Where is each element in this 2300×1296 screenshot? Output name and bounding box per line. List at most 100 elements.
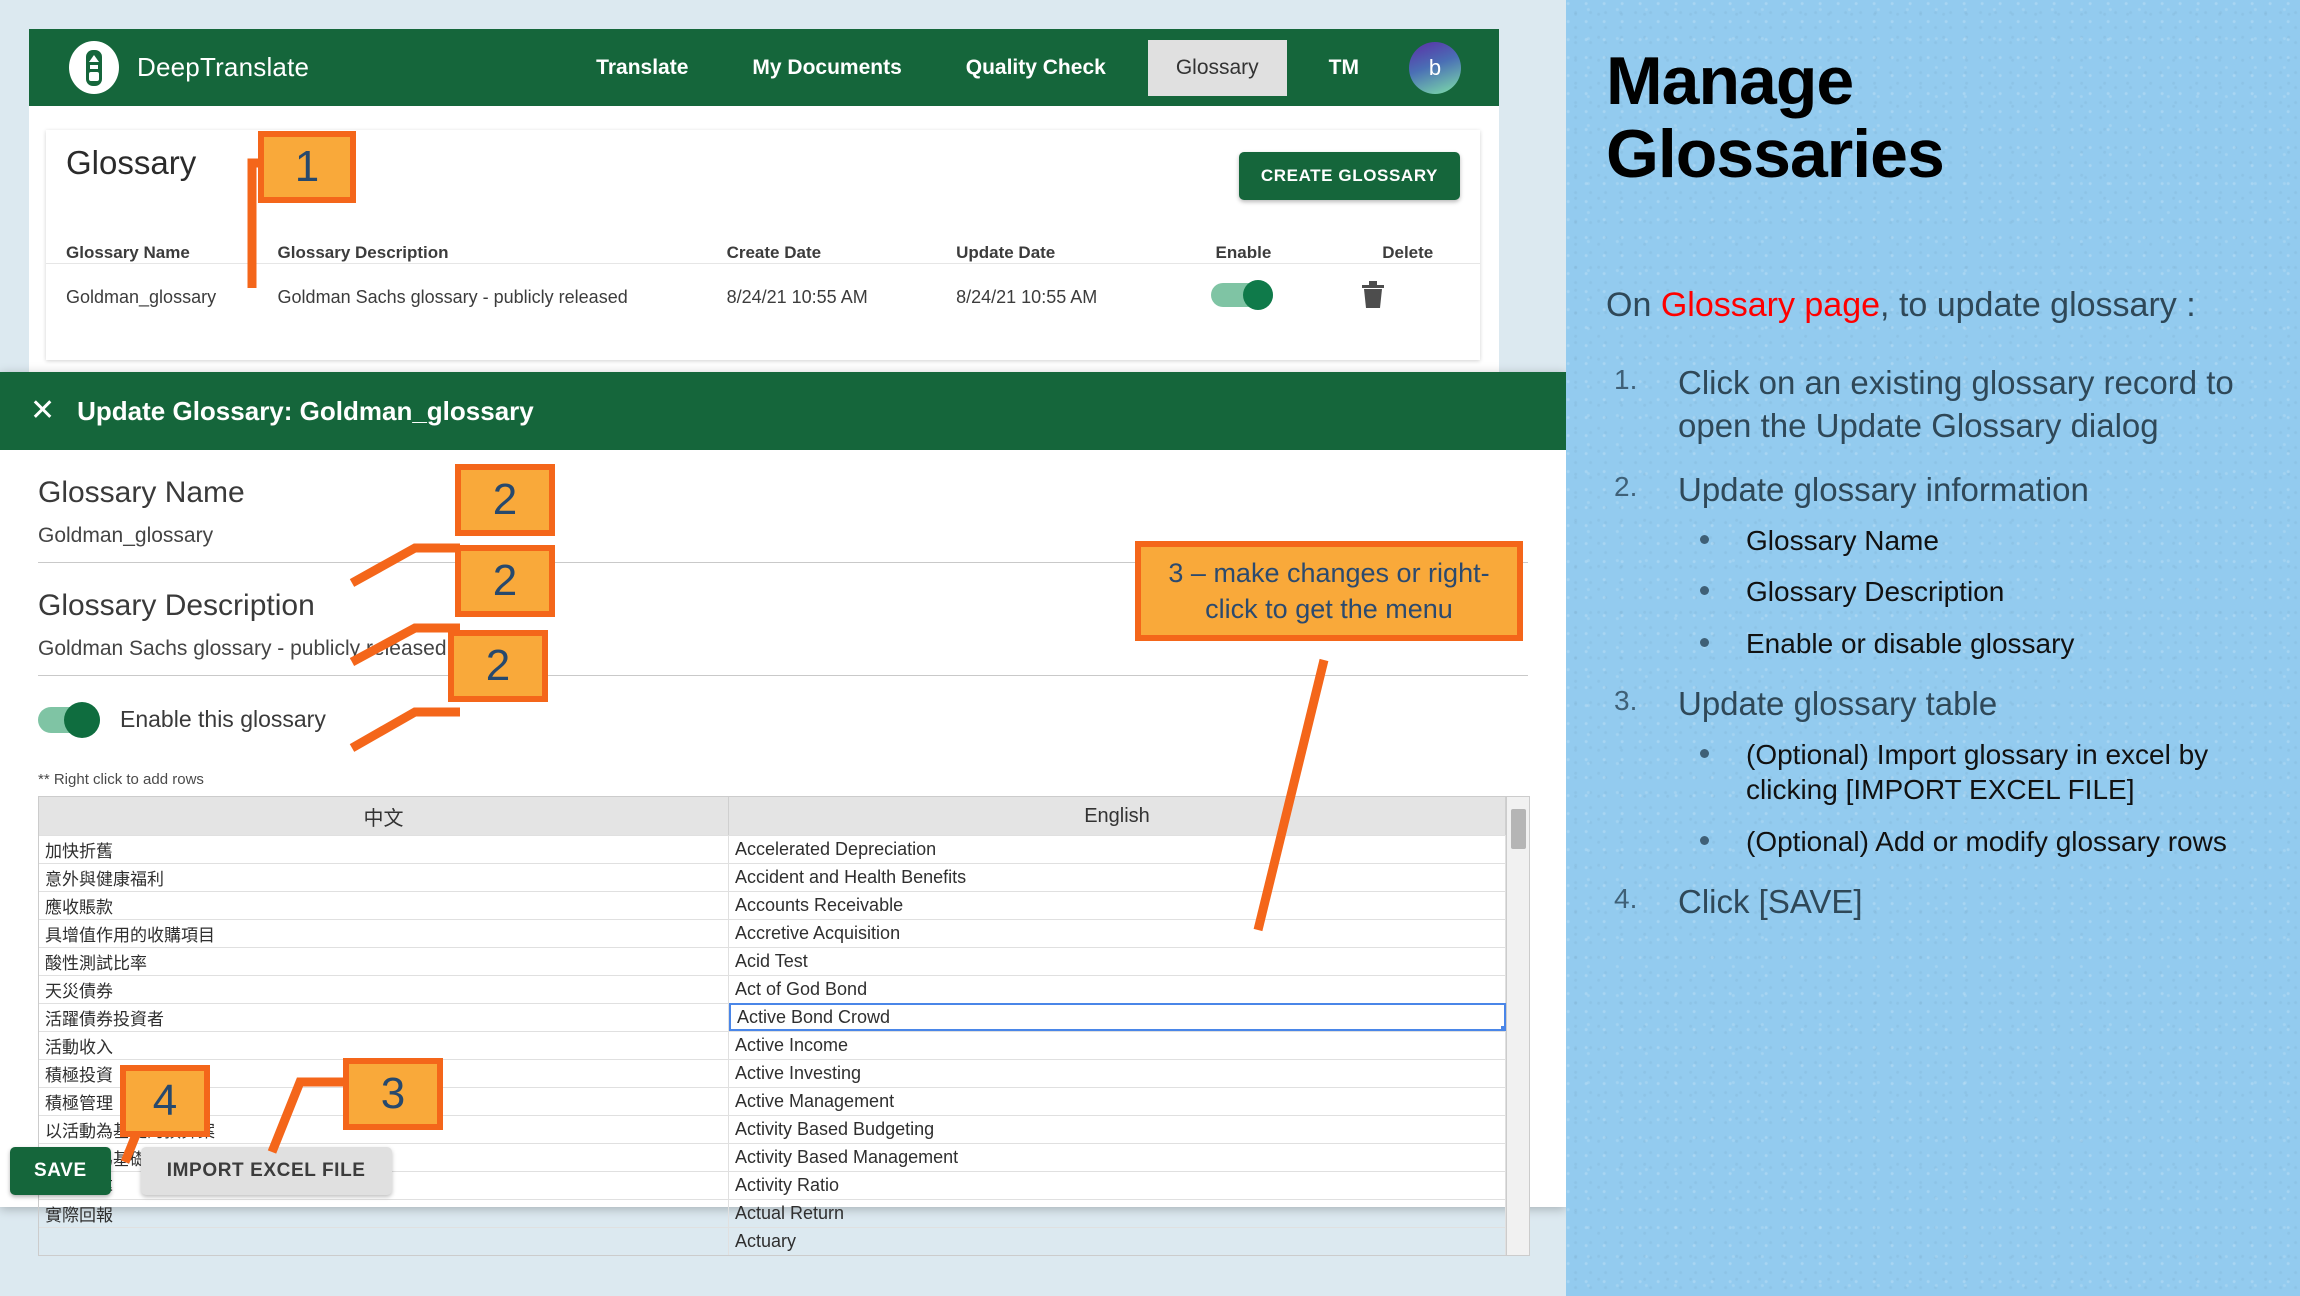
cell-chinese[interactable]: 意外與健康福利 — [39, 863, 729, 891]
spreadsheet-row[interactable]: 天災債券 Act of God Bond — [39, 975, 1506, 1003]
enable-glossary-label: Enable this glossary — [120, 706, 326, 732]
cell-glossary-name: Goldman_glossary — [66, 286, 217, 307]
spreadsheet-row[interactable]: 活躍債券投資者 Active Bond Crowd — [39, 1003, 1506, 1031]
cell-english[interactable]: Actual Return — [729, 1199, 1506, 1227]
panel-intro-pre: On — [1606, 285, 1661, 324]
instruction-sublist: Glossary Name Glossary Description Enable … — [1678, 523, 2260, 661]
import-excel-file-button[interactable]: IMPORT EXCEL FILE — [140, 1147, 392, 1195]
enable-glossary-row: Enable this glossary — [38, 701, 1528, 738]
spreadsheet-row[interactable]: 積極投資 Active Investing — [39, 1059, 1506, 1087]
step-number: 4. — [1614, 882, 1638, 914]
cell-english[interactable]: Activity Based Management — [729, 1143, 1506, 1171]
subitem-text: (Optional) Add or modify glossary rows — [1746, 825, 2227, 857]
nav-item-translate[interactable]: Translate — [574, 46, 710, 90]
enable-toggle[interactable] — [1210, 279, 1273, 310]
dialog-footer: SAVE IMPORT EXCEL FILE — [10, 1147, 392, 1195]
table-row[interactable]: Goldman_glossary Goldman Sachs glossary … — [46, 264, 1480, 330]
nav-item-glossary[interactable]: Glossary — [1147, 39, 1287, 96]
cell-english[interactable]: Active Management — [729, 1087, 1506, 1115]
spreadsheet-row[interactable]: 以活動為基礎的預算案Activity Based Budgeting — [39, 1115, 1506, 1143]
panel-title-line1: Manage — [1606, 43, 1854, 119]
step-number: 2. — [1614, 470, 1638, 502]
cell-english[interactable]: Active Investing — [729, 1059, 1506, 1087]
annotation-badge-2c: 2 — [448, 630, 548, 702]
annotation-badge-4: 4 — [120, 1065, 210, 1137]
save-button[interactable]: SAVE — [10, 1147, 111, 1195]
nav-item-my-documents[interactable]: My Documents — [730, 46, 923, 90]
cell-chinese[interactable]: 應收賬款 — [39, 891, 729, 919]
panel-intro: On Glossary page, to update glossary : — [1606, 284, 2260, 327]
step-text: Click on an existing glossary record to … — [1678, 364, 2234, 444]
cell-chinese[interactable]: 天災債券 — [39, 975, 729, 1003]
col-header-enable: Enable — [1215, 243, 1272, 262]
col-header-create-date: Create Date — [726, 243, 822, 262]
cell-english[interactable]: Activity Based Budgeting — [729, 1115, 1506, 1143]
bullet-icon — [1700, 835, 1709, 845]
instruction-step: 4. Click [SAVE] — [1606, 881, 2260, 923]
screenshot-root: DeepTranslate Translate My Documents Qua… — [0, 0, 2300, 1296]
dialog-title: Update Glossary: Goldman_glossary — [77, 395, 534, 426]
spreadsheet-row[interactable]: 積極管理 Active Management — [39, 1087, 1506, 1115]
create-glossary-button[interactable]: CREATE GLOSSARY — [1238, 152, 1460, 200]
cell-chinese[interactable]: 酸性測試比率 — [39, 947, 729, 975]
spreadsheet-row[interactable]: 應收賬款 Accounts Receivable — [39, 891, 1506, 919]
cell-chinese[interactable]: 活躍債券投資者 — [39, 1003, 729, 1031]
cell-english[interactable]: Accounts Receivable — [729, 891, 1506, 919]
trash-icon[interactable] — [1360, 280, 1386, 310]
spreadsheet-scrollbar[interactable] — [1506, 796, 1530, 1256]
page-title: Glossary — [66, 144, 197, 181]
cell-enable — [1210, 279, 1361, 312]
cell-english[interactable]: Accident and Health Benefits — [729, 863, 1506, 891]
close-icon[interactable]: ✕ — [30, 396, 55, 426]
cell-english[interactable]: Activity Ratio — [729, 1171, 1506, 1199]
annotation-badge-1: 1 — [258, 131, 356, 203]
nav-item-quality-check[interactable]: Quality Check — [944, 46, 1128, 90]
glossary-name-label: Glossary Name — [38, 476, 245, 509]
enable-glossary-toggle[interactable] — [38, 701, 100, 738]
spreadsheet-row[interactable]: 活動收入 Active Income — [39, 1031, 1506, 1059]
scrollbar-thumb[interactable] — [1511, 809, 1526, 849]
cell-chinese[interactable]: 活動收入 — [39, 1031, 729, 1059]
instruction-panel: Manage Glossaries On Glossary page, to u… — [1566, 0, 2300, 1296]
avatar[interactable]: b — [1409, 41, 1461, 94]
top-navbar: DeepTranslate Translate My Documents Qua… — [29, 29, 1499, 106]
cell-english[interactable]: Actuary — [729, 1227, 1506, 1255]
cell-chinese[interactable]: 具增值作用的收購項目 — [39, 919, 729, 947]
annotation-badge-2a: 2 — [455, 464, 555, 536]
cell-english[interactable]: Active Bond Crowd — [729, 1003, 1506, 1031]
annotation-badge-3-table: 3 — [343, 1058, 443, 1130]
nav-links: Translate My Documents Quality Check Glo… — [564, 39, 1461, 96]
cell-create-date: 8/24/21 10:55 AM — [726, 286, 868, 307]
nav-item-tm[interactable]: TM — [1307, 46, 1381, 90]
instruction-subitem: (Optional) Add or modify glossary rows — [1678, 824, 2260, 859]
deeptranslate-logo-icon — [69, 41, 119, 94]
spreadsheet-row[interactable]: 加快折舊 Accelerated Depreciation — [39, 835, 1506, 863]
subitem-text: (Optional) Import glossary in excel by c… — [1746, 739, 2209, 806]
instruction-step: 2. Update glossary information Glossary Na… — [1606, 469, 2260, 661]
cell-chinese[interactable]: 加快折舊 — [39, 835, 729, 863]
cell-english[interactable]: Active Income — [729, 1031, 1506, 1059]
bullet-icon — [1700, 749, 1709, 759]
spreadsheet-row[interactable]: 酸性測試比率 Acid Test — [39, 947, 1506, 975]
cell-english[interactable]: Accretive Acquisition — [729, 919, 1506, 947]
instruction-subitem: Glossary Name — [1678, 523, 2260, 558]
instruction-subitem: (Optional) Import glossary in excel by c… — [1678, 737, 2260, 808]
step-number: 1. — [1614, 364, 1638, 396]
glossary-description-input[interactable]: Goldman Sachs glossary - publicly releas… — [38, 637, 1528, 676]
cell-english[interactable]: Acid Test — [729, 947, 1506, 975]
cell-chinese[interactable] — [39, 1227, 729, 1255]
spreadsheet-header: 中文 English — [39, 797, 1506, 835]
annotation-badge-2b: 2 — [455, 545, 555, 617]
cell-delete — [1360, 280, 1480, 315]
panel-intro-post: , to update glossary : — [1880, 285, 2196, 324]
brand[interactable]: DeepTranslate — [69, 41, 309, 94]
spreadsheet-row[interactable]: 意外與健康福利 Accident and Health Benefits — [39, 863, 1506, 891]
cell-chinese[interactable]: 實際回報 — [39, 1199, 729, 1227]
glossary-table: Glossary Name Glossary Description Creat… — [46, 220, 1480, 330]
bullet-icon — [1700, 586, 1709, 596]
spreadsheet-row[interactable]: Actuary — [39, 1227, 1506, 1255]
cell-english[interactable]: Act of God Bond — [729, 975, 1506, 1003]
cell-english[interactable]: Accelerated Depreciation — [729, 835, 1506, 863]
spreadsheet-row[interactable]: 實際回報 Actual Return — [39, 1199, 1506, 1227]
spreadsheet-row[interactable]: 具增值作用的收購項目 Accretive Acquisition — [39, 919, 1506, 947]
